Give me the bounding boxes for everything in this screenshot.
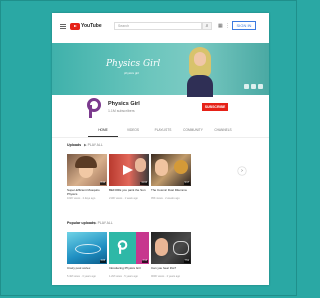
next-arrow-icon[interactable]: › xyxy=(238,167,246,175)
uploads-play-all-link[interactable]: ▶ PLAY ALL xyxy=(84,143,103,147)
channel-avatar-icon[interactable] xyxy=(86,98,102,118)
sign-in-button[interactable]: SIGN IN xyxy=(232,21,256,30)
youtube-logo[interactable]: YouTube xyxy=(70,22,102,30)
banner-logo-text: Physics Girl xyxy=(106,59,161,69)
video-thumbnail[interactable]: 2:14 xyxy=(109,232,149,264)
video-meta: 95K views · 2 weeks ago xyxy=(151,197,180,200)
video-title[interactable]: Super-Efficient Mosquito Physics xyxy=(67,188,107,196)
video-meta: 900K views · 2 years ago xyxy=(151,275,181,278)
video-meta: 210K views · 1 week ago xyxy=(109,197,138,200)
video-meta: 5.4M views · 3 years ago xyxy=(67,275,96,278)
tab-community[interactable]: COMMUNITY xyxy=(178,127,208,137)
video-thumbnail[interactable]: 7:51 xyxy=(151,232,191,264)
tab-channels[interactable]: CHANNELS xyxy=(208,127,238,137)
video-thumbnail[interactable]: 8:42 xyxy=(67,154,107,186)
video-duration: 3:05 xyxy=(99,260,106,263)
video-duration: 7:51 xyxy=(183,260,190,263)
channel-banner: Physics Girl physics girl xyxy=(52,43,269,97)
physics-girl-logo-icon xyxy=(117,240,128,254)
video-thumbnail[interactable]: 9:17 xyxy=(151,154,191,186)
apps-icon[interactable]: ▦ xyxy=(218,23,223,29)
video-title[interactable]: The Cosmic Dust Dilemma xyxy=(151,188,191,192)
video-meta: 102K views · 2 days ago xyxy=(67,197,96,200)
video-title[interactable]: Can you hear this? xyxy=(151,266,191,270)
channel-tabs: HOME VIDEOS PLAYLISTS COMMUNITY CHANNELS xyxy=(88,127,269,137)
top-bar: YouTube Search ⌕ ▦ ⋮ SIGN IN xyxy=(52,13,269,39)
uploads-section-title: Uploads xyxy=(67,143,82,147)
video-duration: 9:17 xyxy=(183,182,190,185)
social-link-icon[interactable] xyxy=(251,84,256,89)
video-thumbnail[interactable]: 3:05 xyxy=(67,232,107,264)
tab-playlists[interactable]: PLAYLISTS xyxy=(148,127,178,137)
play-logo-icon xyxy=(70,22,80,30)
channel-name: Physics Girl xyxy=(108,101,140,107)
popular-play-all-link[interactable]: ▶ PLAY ALL xyxy=(94,221,113,225)
settings-icon[interactable]: ⋮ xyxy=(225,23,230,29)
tab-home[interactable]: HOME xyxy=(88,127,118,137)
play-all-label: PLAY ALL xyxy=(87,143,103,147)
video-meta: 1.2M views · 5 years ago xyxy=(109,275,138,278)
tab-videos[interactable]: VIDEOS xyxy=(118,127,148,137)
banner-social-links[interactable] xyxy=(244,84,263,89)
social-link-icon[interactable] xyxy=(258,84,263,89)
youtube-channel-screenshot: YouTube Search ⌕ ▦ ⋮ SIGN IN Physics Gir… xyxy=(52,13,269,285)
search-input[interactable]: Search xyxy=(114,22,202,30)
search-button[interactable]: ⌕ xyxy=(202,22,212,30)
banner-tagline: physics girl xyxy=(124,71,139,75)
play-all-label: PLAY ALL xyxy=(97,221,113,225)
video-thumbnail[interactable]: 11:03 xyxy=(109,154,149,186)
video-duration: 8:42 xyxy=(99,182,106,185)
video-title[interactable]: BEFORE you paint the Sun xyxy=(109,188,149,192)
video-title[interactable]: Introducing Physics Girl xyxy=(109,266,149,270)
banner-person-photo xyxy=(186,47,214,97)
tabs-divider xyxy=(52,137,269,138)
video-duration: 11:03 xyxy=(140,182,148,185)
video-title[interactable]: Crazy pool vortex xyxy=(67,266,107,270)
popular-section-title: Popular uploads xyxy=(67,221,96,225)
video-duration: 2:14 xyxy=(141,260,148,263)
subscriber-count: 1.1M subscribers xyxy=(108,109,135,113)
social-link-icon[interactable] xyxy=(244,84,249,89)
hamburger-menu-icon[interactable] xyxy=(60,24,66,29)
logo-text: YouTube xyxy=(81,23,102,29)
subscribe-button[interactable]: SUBSCRIBE xyxy=(202,103,228,111)
